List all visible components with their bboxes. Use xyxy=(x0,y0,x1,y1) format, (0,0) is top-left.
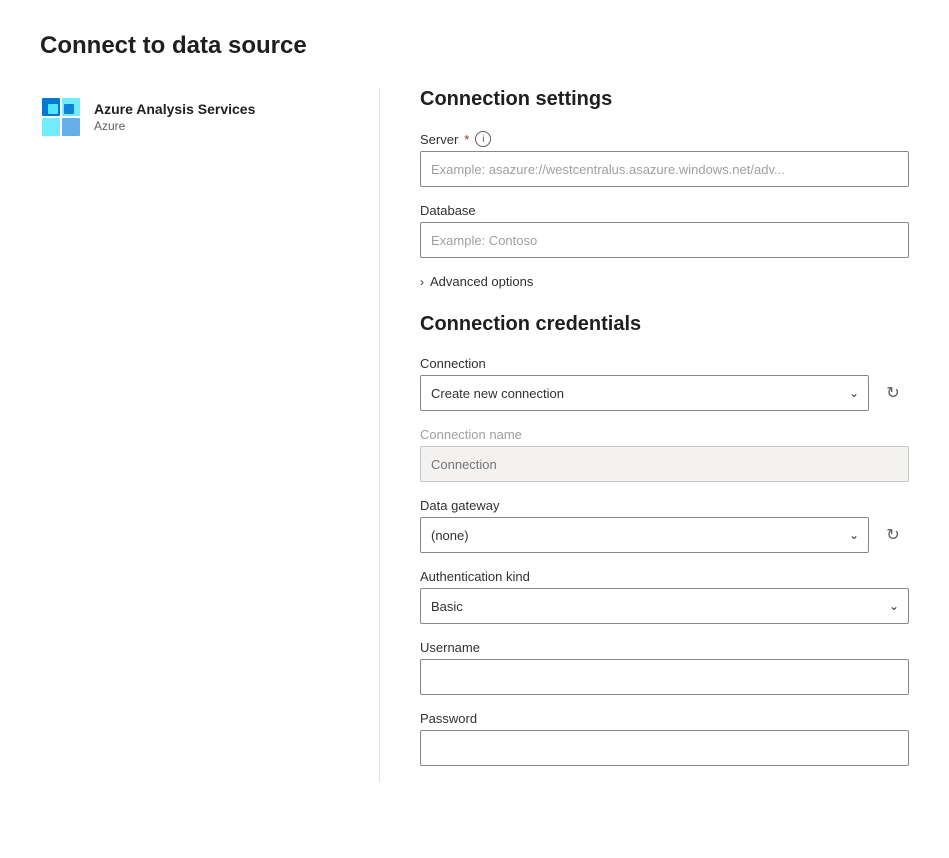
connection-name-label-text: Connection name xyxy=(420,427,522,442)
auth-kind-label: Authentication kind xyxy=(420,569,909,584)
page-title: Connect to data source xyxy=(40,32,909,60)
data-gateway-dropdown-wrapper: (none) ⌄ ↻ xyxy=(420,517,909,553)
auth-kind-dropdown-container: Basic ⌄ xyxy=(420,588,909,624)
connection-name-field-group: Connection name xyxy=(420,427,909,482)
connector-name: Azure Analysis Services xyxy=(94,101,255,117)
connection-label-text: Connection xyxy=(420,356,486,371)
data-gateway-refresh-button[interactable]: ↻ xyxy=(877,519,909,551)
data-gateway-dropdown-container: (none) ⌄ xyxy=(420,517,869,553)
advanced-options-label: Advanced options xyxy=(430,274,533,289)
connection-dropdown-container: Create new connection ⌄ xyxy=(420,375,869,411)
username-label-text: Username xyxy=(420,640,480,655)
server-label-text: Server xyxy=(420,132,458,147)
connection-credentials-title: Connection credentials xyxy=(420,313,909,336)
connection-label: Connection xyxy=(420,356,909,371)
server-input[interactable] xyxy=(420,151,909,187)
auth-kind-field-group: Authentication kind Basic ⌄ xyxy=(420,569,909,624)
server-field-group: Server * i xyxy=(420,131,909,187)
connection-name-label: Connection name xyxy=(420,427,909,442)
server-info-icon[interactable]: i xyxy=(475,131,491,147)
data-gateway-refresh-icon: ↻ xyxy=(886,525,899,545)
connection-dropdown[interactable]: Create new connection xyxy=(420,375,869,411)
connector-sub: Azure xyxy=(94,119,255,133)
connection-name-input[interactable] xyxy=(420,446,909,482)
main-layout: Azure Analysis Services Azure Connection… xyxy=(40,88,909,782)
auth-kind-dropdown[interactable]: Basic xyxy=(420,588,909,624)
connection-dropdown-wrapper: Create new connection ⌄ ↻ xyxy=(420,375,909,411)
page-container: Connect to data source xyxy=(0,0,949,814)
username-input[interactable] xyxy=(420,659,909,695)
connection-settings-title: Connection settings xyxy=(420,88,909,111)
username-label: Username xyxy=(420,640,909,655)
server-required-star: * xyxy=(464,132,469,147)
password-label: Password xyxy=(420,711,909,726)
data-gateway-dropdown[interactable]: (none) xyxy=(420,517,869,553)
password-input[interactable] xyxy=(420,730,909,766)
right-panel: Connection settings Server * i Da xyxy=(380,88,909,782)
connection-refresh-button[interactable]: ↻ xyxy=(877,377,909,409)
password-label-text: Password xyxy=(420,711,477,726)
connection-credentials-section: Connection credentials Connection Create… xyxy=(420,313,909,766)
database-label: Database xyxy=(420,203,909,218)
database-field-group: Database xyxy=(420,203,909,258)
advanced-options-chevron-icon: › xyxy=(420,275,424,289)
database-label-text: Database xyxy=(420,203,476,218)
database-input[interactable] xyxy=(420,222,909,258)
left-panel: Azure Analysis Services Azure xyxy=(40,88,380,782)
auth-kind-label-text: Authentication kind xyxy=(420,569,530,584)
username-field-group: Username xyxy=(420,640,909,695)
connector-card: Azure Analysis Services Azure xyxy=(40,88,347,146)
data-gateway-label: Data gateway xyxy=(420,498,909,513)
connection-settings-section: Connection settings Server * i Da xyxy=(420,88,909,289)
password-field-group: Password xyxy=(420,711,909,766)
connector-info: Azure Analysis Services Azure xyxy=(94,101,255,133)
connection-refresh-icon: ↻ xyxy=(886,383,899,403)
connection-field-group: Connection Create new connection ⌄ ↻ xyxy=(420,356,909,411)
data-gateway-field-group: Data gateway (none) ⌄ ↻ xyxy=(420,498,909,553)
azure-analysis-services-icon xyxy=(40,96,82,138)
data-gateway-label-text: Data gateway xyxy=(420,498,500,513)
server-label: Server * i xyxy=(420,131,909,147)
advanced-options-toggle[interactable]: › Advanced options xyxy=(420,274,909,289)
